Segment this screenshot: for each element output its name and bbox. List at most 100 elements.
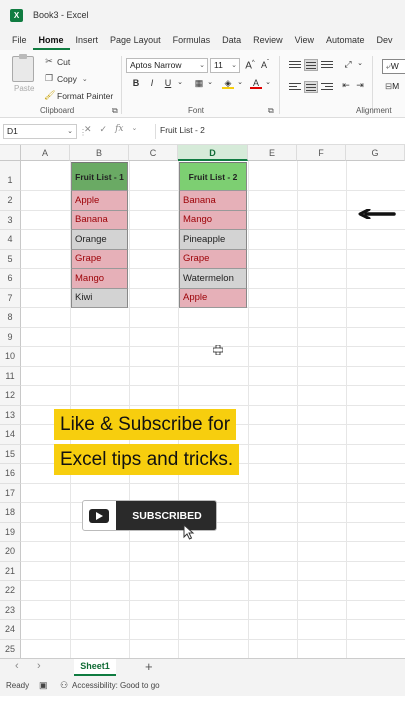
chevron-down-icon[interactable]: ⌄ (204, 78, 216, 86)
chevron-down-icon[interactable]: ⌄ (354, 59, 366, 67)
tab-automate[interactable]: Automate (320, 32, 371, 50)
tab-review[interactable]: Review (247, 32, 289, 50)
row-header-3[interactable]: 3 (0, 210, 21, 230)
row-header-14[interactable]: 14 (0, 425, 21, 445)
column-header-e[interactable]: E (248, 145, 297, 161)
name-box[interactable]: D1 ⌄ (3, 124, 77, 139)
list2-cell[interactable]: Pineapple (179, 230, 247, 250)
list1-cell[interactable]: Orange (71, 230, 128, 250)
cancel-icon[interactable]: ✕ (84, 124, 92, 135)
dialog-launcher-icon[interactable]: ⧉ (112, 106, 118, 116)
list2-cell[interactable]: Banana (179, 191, 247, 211)
accessibility-status[interactable]: Accessibility: Good to go (72, 681, 160, 690)
list2-cell[interactable]: Apple (179, 288, 247, 308)
row-header-19[interactable]: 19 (0, 522, 21, 542)
column-header-g[interactable]: G (346, 145, 405, 161)
list1-cell[interactable]: Kiwi (71, 288, 128, 308)
next-sheet-icon[interactable]: › (37, 660, 41, 672)
row-header-8[interactable]: 8 (0, 308, 21, 328)
spreadsheet-grid[interactable]: A B C D E F G 1 2 3 4 5 6 7 8 9 10 11 12 13 14 15 16 17 18 19 20 21… (0, 145, 405, 658)
add-sheet-button[interactable]: + (145, 659, 153, 674)
cut-button[interactable]: ✂ Cut (44, 56, 70, 67)
column-header-f[interactable]: F (297, 145, 346, 161)
chevron-down-icon[interactable]: ⌄ (262, 78, 274, 86)
tab-page-layout[interactable]: Page Layout (104, 32, 167, 50)
tab-home[interactable]: Home (32, 32, 70, 50)
font-family-select[interactable]: Aptos Narrow ⌄ (126, 58, 208, 73)
align-middle-icon[interactable] (304, 59, 318, 71)
list2-cell[interactable]: Watermelon (179, 269, 247, 289)
list1-cell[interactable]: Mango (71, 269, 128, 289)
chevron-down-icon[interactable]: ⌄ (132, 124, 138, 135)
macro-record-icon[interactable]: ▣ (39, 680, 48, 691)
wrap-text-button[interactable]: ⤶W (382, 59, 405, 74)
align-left-icon[interactable] (288, 81, 302, 93)
tab-file[interactable]: File (6, 32, 33, 50)
enter-icon[interactable]: ✓ (100, 124, 108, 135)
increase-indent-icon[interactable]: ⇥ (354, 80, 366, 91)
list1-cell[interactable]: Banana (71, 210, 128, 230)
row-header-10[interactable]: 10 (0, 347, 21, 367)
list1-header-cell[interactable]: Fruit List - 1 (71, 162, 128, 191)
accessibility-icon[interactable]: ⚇ (60, 680, 68, 691)
paste-button[interactable]: Paste (14, 84, 34, 93)
list2-cell[interactable]: Grape (179, 249, 247, 269)
fx-icon[interactable]: fx (115, 124, 123, 135)
row-header-15[interactable]: 15 (0, 444, 21, 464)
orientation-icon[interactable]: ⤢ (342, 59, 354, 70)
chevron-down-icon[interactable]: ⌄ (174, 78, 186, 86)
row-header-2[interactable]: 2 (0, 191, 21, 211)
select-all-corner[interactable] (0, 145, 21, 161)
sheet-tab-sheet1[interactable]: Sheet1 (74, 659, 116, 676)
chevron-down-icon[interactable]: ⌄ (234, 78, 246, 86)
row-header-17[interactable]: 17 (0, 483, 21, 503)
bold-button[interactable]: B (130, 78, 142, 88)
tab-formulas[interactable]: Formulas (167, 32, 217, 50)
tab-insert[interactable]: Insert (70, 32, 105, 50)
list2-cell[interactable]: Mango (179, 210, 247, 230)
row-header-13[interactable]: 13 (0, 405, 21, 425)
italic-button[interactable]: I (146, 78, 158, 88)
font-size-select[interactable]: 11 ⌄ (210, 58, 240, 73)
row-header-22[interactable]: 22 (0, 581, 21, 601)
column-header-a[interactable]: A (21, 145, 70, 161)
list2-header-cell[interactable]: Fruit List - 2 (179, 162, 247, 191)
align-right-icon[interactable] (320, 81, 334, 93)
tab-developer[interactable]: Dev (371, 32, 399, 50)
list1-cell[interactable]: Grape (71, 249, 128, 269)
underline-button[interactable]: U (162, 78, 174, 88)
column-header-b[interactable]: B (70, 145, 129, 161)
tab-view[interactable]: View (289, 32, 320, 50)
shrink-font-button[interactable]: Aˇ (259, 60, 271, 70)
row-header-18[interactable]: 18 (0, 503, 21, 523)
align-center-icon[interactable] (304, 81, 318, 93)
align-top-icon[interactable] (288, 59, 302, 71)
row-header-12[interactable]: 12 (0, 386, 21, 406)
row-header-16[interactable]: 16 (0, 464, 21, 484)
row-header-1[interactable]: 1 (0, 161, 21, 191)
row-header-20[interactable]: 20 (0, 542, 21, 562)
row-header-11[interactable]: 11 (0, 366, 21, 386)
merge-button[interactable]: ⊟M (382, 80, 405, 95)
align-bottom-icon[interactable] (320, 59, 334, 71)
formula-input[interactable]: Fruit List - 2 (160, 124, 205, 137)
row-header-23[interactable]: 23 (0, 600, 21, 620)
font-color-icon[interactable]: A (250, 78, 262, 89)
paste-icon[interactable] (12, 54, 34, 82)
row-header-25[interactable]: 25 (0, 639, 21, 658)
subscribed-button[interactable]: SUBSCRIBED (82, 500, 217, 531)
prev-sheet-icon[interactable]: ‹ (15, 660, 19, 672)
format-painter-button[interactable]: 🖌 Format Painter (44, 90, 113, 101)
fill-color-icon[interactable]: ◈ (222, 78, 234, 89)
row-header-24[interactable]: 24 (0, 620, 21, 640)
grow-font-button[interactable]: A^ (244, 60, 256, 71)
row-header-5[interactable]: 5 (0, 249, 21, 269)
decrease-indent-icon[interactable]: ⇤ (340, 80, 352, 91)
dialog-launcher-icon[interactable]: ⧉ (268, 106, 274, 116)
tab-data[interactable]: Data (216, 32, 247, 50)
copy-button[interactable]: ❐ Copy ⌄ (44, 73, 90, 84)
column-header-c[interactable]: C (129, 145, 178, 161)
row-header-7[interactable]: 7 (0, 288, 21, 308)
column-header-d[interactable]: D (178, 145, 248, 161)
row-header-9[interactable]: 9 (0, 327, 21, 347)
